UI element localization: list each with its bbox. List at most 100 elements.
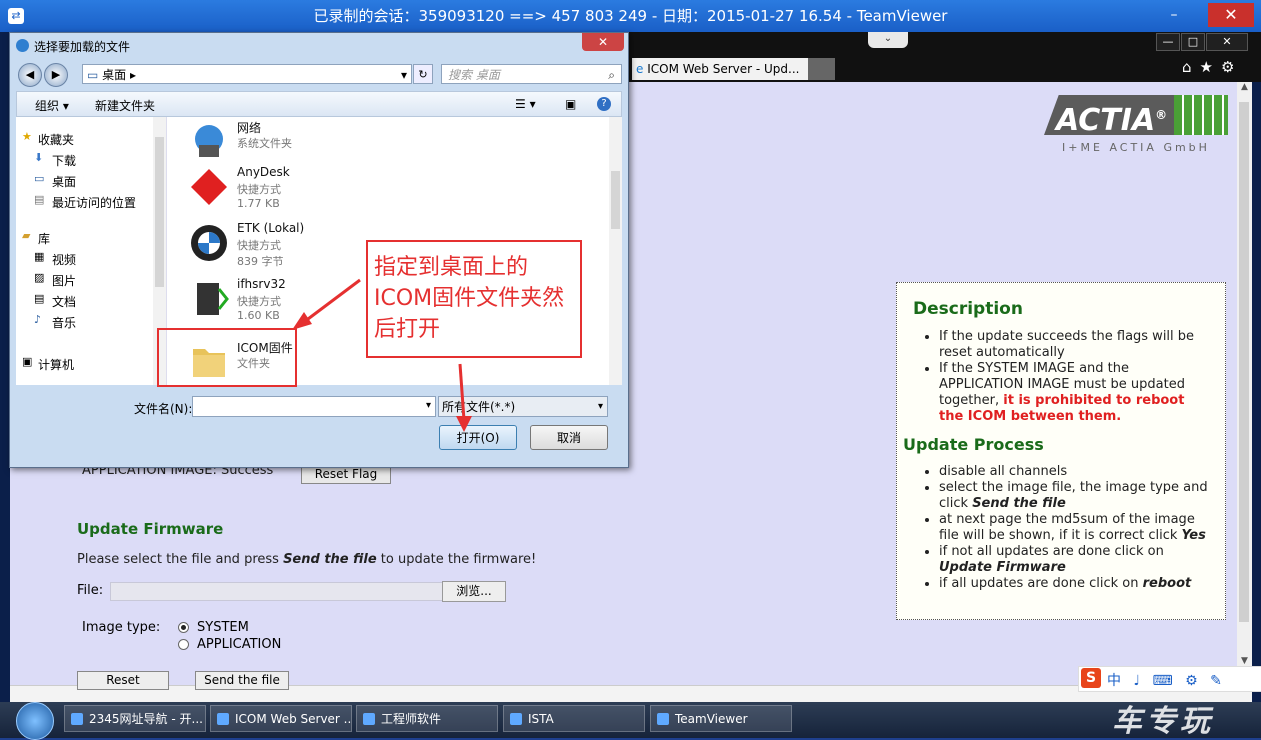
update-firmware-title: Update Firmware [77,520,224,538]
teamviewer-titlebar: ⇄ 已录制的会话：359093120 ==> 457 803 249 - 日期：… [0,0,1261,32]
list-item: if not all updates are done click on Upd… [939,544,1211,576]
page-vertical-scrollbar[interactable]: ▲ ▼ [1237,82,1252,672]
file-scroll-thumb[interactable] [611,171,620,229]
nav-favorites[interactable]: 收藏夹 [38,131,74,148]
nav-downloads[interactable]: 下载 [52,152,76,169]
refresh-icon[interactable]: ↻ [413,64,433,84]
navigation-pane: ★ 收藏夹 ⬇ 下载 ▭ 桌面 ▤ 最近访问的位置 ▰ 库 ▦ 视频 ▨ 图片 … [16,117,167,385]
address-bar[interactable]: ▭ 桌面 ▸ ▾ [82,64,412,84]
ifhsrv32-icon [197,283,229,315]
computer-icon: ▭ [87,68,103,82]
list-item[interactable]: AnyDesk 快捷方式 1.77 KB [177,165,437,217]
nav-scroll-thumb[interactable] [155,137,164,287]
filetype-dropdown-icon: ▾ [597,401,603,412]
radio-system[interactable] [178,622,189,633]
ime-toolbar[interactable]: S 中 ♩ ⌨ ⚙ ✎ [1078,666,1261,692]
dialog-close-button[interactable]: ✕ [582,33,624,51]
pictures-icon: ▨ [34,271,45,284]
star-icon: ★ [22,130,32,143]
annotation-note: 指定到桌面上的ICOM固件文件夹然后打开 [366,240,582,358]
teamviewer-minimize-button[interactable]: – [1160,4,1188,26]
send-file-button[interactable]: Send the file [195,671,289,690]
help-icon[interactable]: ? [597,97,611,111]
back-icon[interactable]: ◀ [18,63,42,87]
ie-tab-icon: e [636,62,648,76]
taskbar-item[interactable]: ICOM Web Server ... [210,705,352,732]
organize-button[interactable]: 组织 ▾ [35,97,69,114]
nav-videos[interactable]: 视频 [52,251,76,268]
ie-maximize-button[interactable]: □ [1181,33,1205,51]
file-label: File: [77,583,104,598]
update-instructions: Please select the file and press Send th… [77,552,537,567]
radio-application[interactable] [178,639,189,650]
list-item[interactable]: 网络 系统文件夹 [177,119,437,171]
scroll-up-icon[interactable]: ▲ [1237,82,1252,98]
music-icon: ♪ [34,313,42,326]
teamviewer-panel-dropdown-icon[interactable]: ⌄ [868,32,908,48]
list-item: If the SYSTEM IMAGE and the APPLICATION … [939,361,1211,425]
preview-pane-icon[interactable]: ▣ [565,97,576,111]
forward-icon[interactable]: ▶ [44,63,68,87]
taskbar-item[interactable]: 工程师软件 [356,705,498,732]
ie-tab-icom[interactable]: e ICOM Web Server - Upd... [632,58,808,80]
highlight-box-icom-folder [157,328,297,387]
image-type-label: Image type: [82,620,161,635]
taskbar-item[interactable]: ISTA [503,705,645,732]
nav-music[interactable]: 音乐 [52,314,76,331]
nav-documents[interactable]: 文档 [52,293,76,310]
scroll-thumb[interactable] [1239,102,1249,622]
file-input[interactable] [110,582,444,601]
process-title: Update Process [903,435,1044,454]
actia-brand: ACTIA [1056,103,1156,138]
ime-icons[interactable]: 中 ♩ ⌨ ⚙ ✎ [1107,670,1226,690]
address-dropdown-icon[interactable]: ▾ [401,65,407,85]
filename-dropdown-icon[interactable]: ▾ [426,400,431,411]
taskbar-item[interactable]: TeamViewer [650,705,792,732]
list-item: disable all channels [939,464,1211,480]
dialog-toolbar: 组织 ▾ 新建文件夹 ☰ ▾ ▣ ? [16,91,622,117]
nav-computer[interactable]: 计算机 [38,356,74,373]
video-icon: ▦ [34,250,45,263]
search-input[interactable]: 搜索 桌面 ⌕ [441,64,622,84]
nav-pictures[interactable]: 图片 [52,272,76,289]
filetype-select[interactable]: 所有文件(*.*) ▾ [438,396,608,417]
view-options-icon[interactable]: ☰ ▾ [515,97,536,111]
nav-recent[interactable]: 最近访问的位置 [52,194,136,211]
actia-stripes [1174,95,1228,135]
dialog-title: 选择要加载的文件 [34,40,131,54]
filename-label: 文件名(N): [134,402,193,416]
recent-icon: ▤ [34,193,45,206]
ie-minimize-button[interactable]: — [1156,33,1180,51]
list-item: select the image file, the image type an… [939,480,1211,512]
network-icon [195,125,223,157]
taskbar-item[interactable]: 2345网址导航 - 开... [64,705,206,732]
bmw-etk-icon [191,225,227,261]
start-button-icon[interactable] [16,702,54,740]
description-panel: Description If the update succeeds the f… [896,282,1226,620]
ie-close-button[interactable]: ✕ [1206,33,1248,51]
documents-icon: ▤ [34,292,45,305]
nav-desktop[interactable]: 桌面 [52,173,76,190]
list-item: if all updates are done click on reboot [939,576,1211,592]
actia-subtitle: I+ME ACTIA GmbH [1062,141,1210,154]
download-icon: ⬇ [34,151,44,164]
watermark-logo: 车专玩 [1112,704,1214,739]
file-list-scrollbar[interactable] [609,117,622,385]
sogou-logo-icon: S [1081,668,1101,688]
desktop-icon: ▭ [34,172,45,185]
browse-button[interactable]: 浏览... [442,581,506,602]
description-title: Description [913,299,1023,319]
teamviewer-close-button[interactable]: ✕ [1208,3,1254,27]
ie-new-tab[interactable] [808,58,835,80]
ie-toolbar-icons[interactable]: ⌂★⚙ [1182,58,1242,76]
actia-logo: ACTIA® I+ME ACTIA GmbH [1044,95,1228,154]
teamviewer-title: 已录制的会话：359093120 ==> 457 803 249 - 日期：20… [313,7,948,25]
open-button[interactable]: 打开(O) [439,425,517,450]
ie-tab-label: ICOM Web Server - Upd... [647,62,800,76]
reset-button[interactable]: Reset [77,671,169,690]
nav-libraries[interactable]: 库 [38,230,50,247]
cancel-button[interactable]: 取消 [530,425,608,450]
radio-system-label: SYSTEM [197,620,249,635]
filename-input[interactable]: ▾ [192,396,436,417]
new-folder-button[interactable]: 新建文件夹 [95,97,155,114]
